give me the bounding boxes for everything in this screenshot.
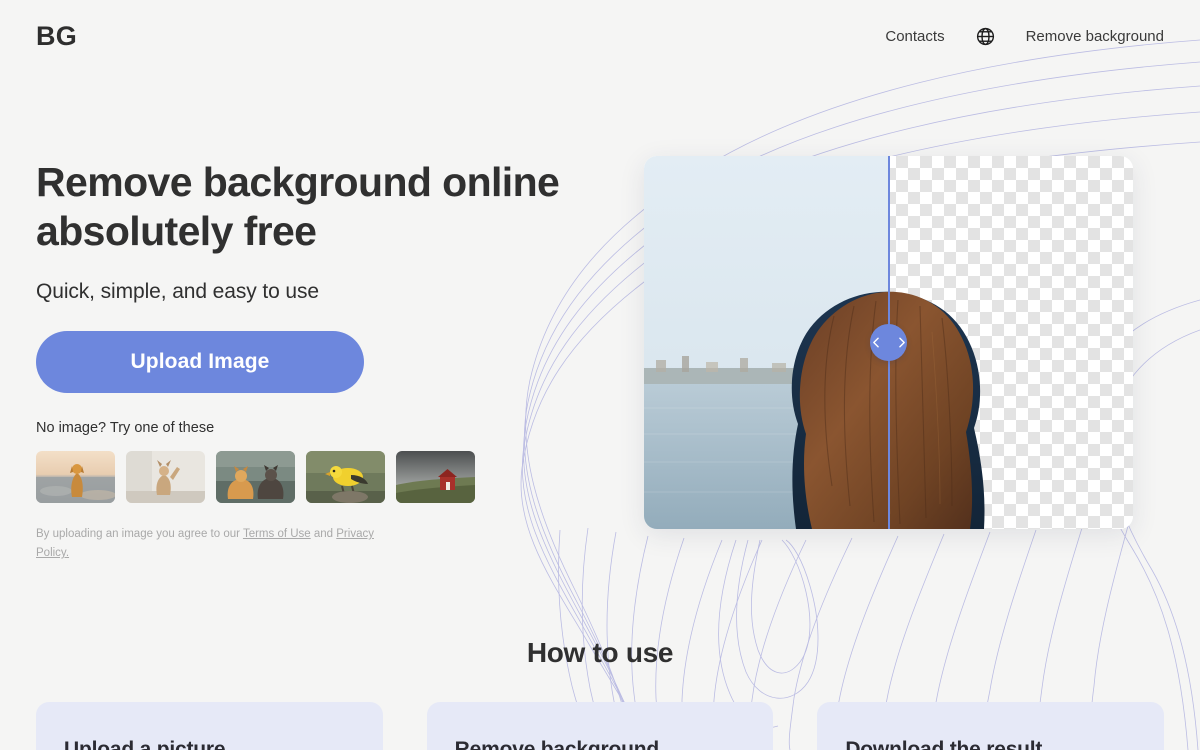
globe-icon[interactable]: [975, 26, 996, 47]
how-to-use-steps: Upload a picture Remove background Downl…: [36, 702, 1165, 750]
step-download: Download the result: [817, 702, 1165, 750]
step-remove: Remove background: [426, 702, 774, 750]
nav-link-remove-background[interactable]: Remove background: [1026, 28, 1164, 45]
page-title-line-2: absolutely free: [36, 208, 317, 254]
logo[interactable]: BG: [36, 21, 77, 52]
page-subtitle: Quick, simple, and easy to use: [36, 280, 319, 303]
sample-cats[interactable]: [216, 451, 295, 503]
page-title-line-1: Remove background online: [36, 159, 560, 205]
sample-dog-waving[interactable]: [126, 451, 205, 503]
main-nav: Contacts Remove background: [885, 26, 1164, 47]
site-header: BG Contacts Remove background: [0, 0, 1200, 72]
step-upload: Upload a picture: [36, 702, 383, 750]
upload-image-button[interactable]: Upload Image: [36, 331, 364, 393]
chevron-left-icon: [872, 337, 879, 348]
sample-red-house[interactable]: [396, 451, 475, 503]
sample-thumbnails: [36, 451, 616, 503]
hero-content: Remove background online absolutely free…: [36, 158, 616, 563]
step-remove-title: Remove background: [454, 738, 660, 750]
terms-prefix: By uploading an image you agree to our: [36, 528, 243, 540]
nav-link-contacts[interactable]: Contacts: [885, 28, 944, 45]
step-upload-title: Upload a picture: [64, 738, 226, 750]
samples-label: No image? Try one of these: [36, 420, 215, 436]
sample-dog-beach[interactable]: [36, 451, 115, 503]
terms-of-use-link[interactable]: Terms of Use: [243, 528, 311, 540]
sample-bird[interactable]: [306, 451, 385, 503]
terms-disclaimer: By uploading an image you agree to our T…: [36, 525, 376, 563]
before-subject-overlay: [644, 156, 889, 529]
terms-middle: and: [310, 528, 337, 540]
before-after-comparison[interactable]: [644, 156, 1133, 529]
step-download-title: Download the result: [845, 738, 1043, 750]
how-to-use-title: How to use: [526, 637, 674, 668]
chevron-right-icon: [898, 337, 905, 348]
comparison-slider-handle[interactable]: [870, 324, 907, 361]
page-title: Remove background online absolutely free: [36, 158, 616, 256]
